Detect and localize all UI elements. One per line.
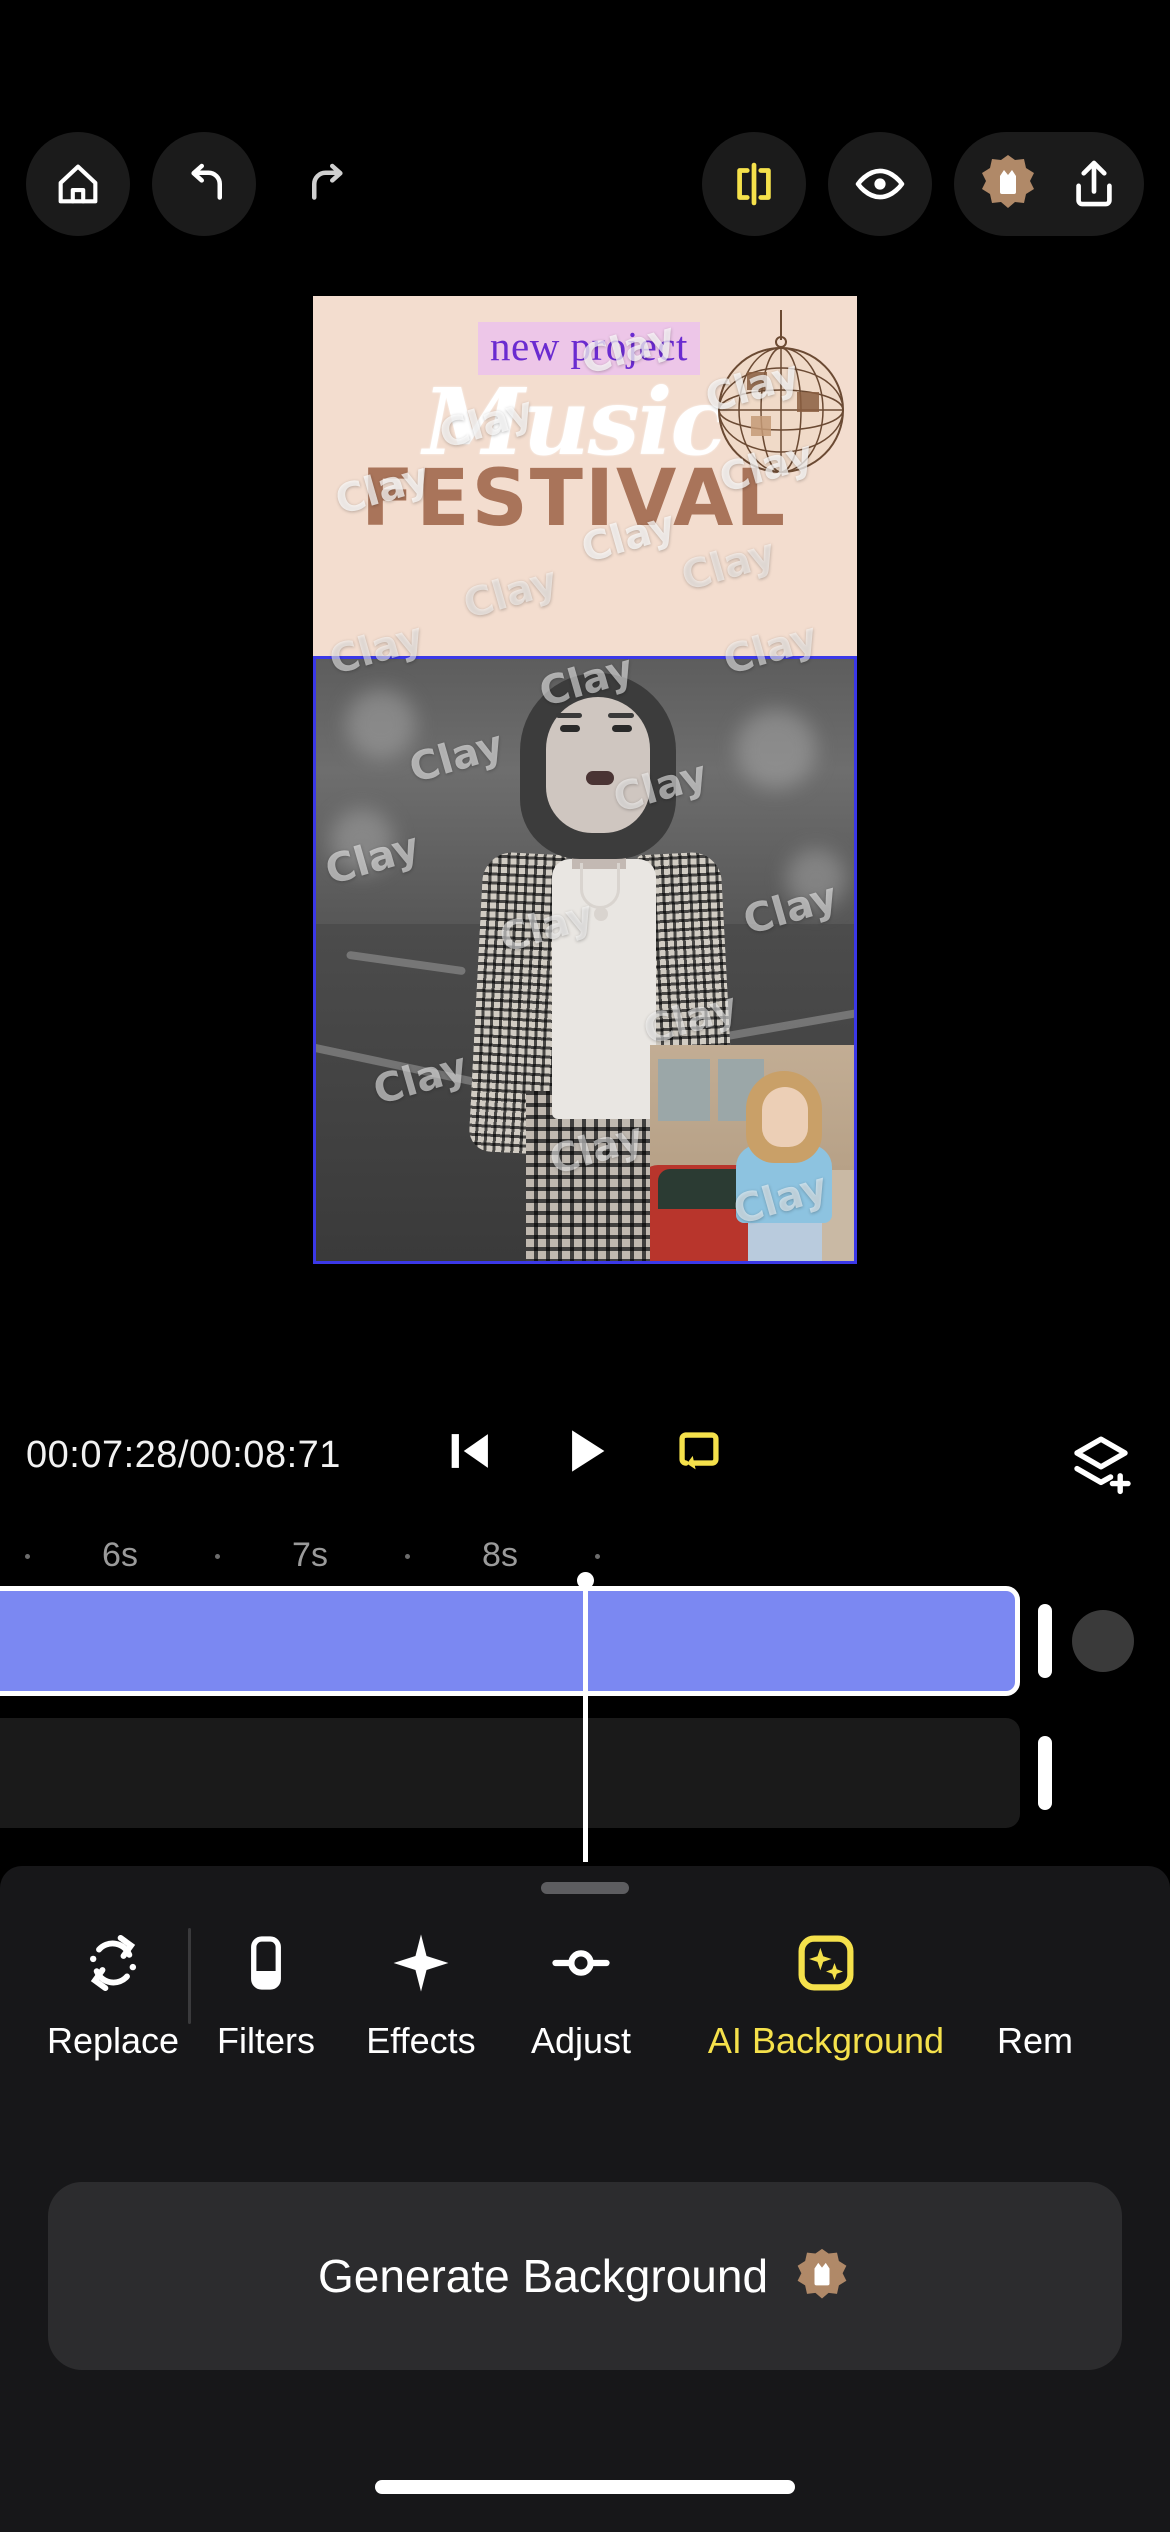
- sheet-drag-handle[interactable]: [541, 1882, 629, 1894]
- tool-strip: Replace Filters Effects Adjust AI Backgr…: [0, 1924, 1170, 2104]
- play-icon: [572, 1430, 605, 1472]
- inset-photo-layer[interactable]: [650, 1045, 854, 1261]
- ruler-tick: [595, 1554, 600, 1559]
- clip-end-button[interactable]: [1072, 1610, 1134, 1672]
- tool-label-ai-background: AI Background: [707, 2020, 945, 2061]
- home-icon: [58, 164, 98, 204]
- disco-ball-icon: [718, 310, 844, 473]
- secondary-trim-handle[interactable]: [1038, 1736, 1052, 1810]
- tool-label-adjust: Adjust: [530, 2020, 632, 2061]
- tool-label-effects: Effects: [366, 2020, 476, 2061]
- tool-ai-background[interactable]: AI Background: [661, 1924, 991, 2062]
- poster-composition[interactable]: new project Music FESTIVAL Clay Clay Cla…: [313, 296, 857, 1264]
- tool-effects[interactable]: Effects: [341, 1924, 501, 2062]
- ruler-label: 6s: [102, 1536, 138, 1574]
- share-upload-icon: [1076, 160, 1112, 207]
- selected-photo-layer[interactable]: [313, 656, 857, 1264]
- add-layer-button[interactable]: [1060, 1424, 1142, 1506]
- play-button[interactable]: [554, 1420, 616, 1482]
- poster-title-layer[interactable]: new project Music FESTIVAL: [313, 296, 857, 656]
- playhead[interactable]: [583, 1578, 588, 1862]
- export-group: [954, 132, 1144, 236]
- transport-bar: 00:07:28/00:08:71: [0, 1398, 1170, 1524]
- aspect-ratio-button[interactable]: [702, 132, 806, 236]
- generate-background-button[interactable]: Generate Background: [48, 2182, 1122, 2370]
- aspect-ratio-icon: [737, 162, 771, 206]
- tool-filters[interactable]: Filters: [191, 1924, 341, 2062]
- export-button[interactable]: [1066, 156, 1122, 212]
- top-toolbar: [0, 132, 1170, 236]
- slider-knob-icon: [552, 1950, 610, 1976]
- pro-crown-icon: [797, 2248, 847, 2299]
- tool-remove[interactable]: Rem: [975, 1924, 1095, 2062]
- bottom-sheet: Replace Filters Effects Adjust AI Backgr…: [0, 1866, 1170, 2532]
- redo-icon: [312, 163, 343, 200]
- preview-canvas[interactable]: new project Music FESTIVAL Clay Clay Cla…: [0, 296, 1170, 1368]
- pro-badge[interactable]: [976, 152, 1040, 216]
- previous-frame-button[interactable]: [442, 1422, 500, 1480]
- tool-label-remove: Rem: [996, 2020, 1073, 2061]
- clip-trim-handle-right[interactable]: [1038, 1604, 1052, 1678]
- app-screen: new project Music FESTIVAL Clay Clay Cla…: [0, 0, 1170, 2532]
- ruler-tick: [25, 1554, 30, 1559]
- redo-button[interactable]: [278, 132, 382, 236]
- tool-label-replace: Replace: [46, 2020, 180, 2061]
- transport-controls: [0, 1420, 1170, 1482]
- tool-label-filters: Filters: [217, 2020, 315, 2061]
- ruler-tick: [215, 1554, 220, 1559]
- generate-background-label: Generate Background: [317, 2250, 769, 2302]
- add-layer-icon: [1074, 1436, 1131, 1495]
- home-button[interactable]: [26, 132, 130, 236]
- pro-crown-icon: [982, 155, 1034, 208]
- loop-button[interactable]: [670, 1422, 728, 1480]
- undo-button[interactable]: [152, 132, 256, 236]
- preview-button[interactable]: [828, 132, 932, 236]
- tool-replace[interactable]: Replace: [38, 1924, 188, 2062]
- ruler-tick: [405, 1554, 410, 1559]
- eye-icon: [855, 168, 905, 200]
- skip-previous-icon: [451, 1434, 488, 1468]
- sparkle-icon: [393, 1934, 449, 1992]
- loop-icon: [679, 1432, 719, 1470]
- home-indicator: [375, 2480, 795, 2494]
- ai-sparkle-box-icon: [798, 1935, 854, 1991]
- secondary-track-clip[interactable]: [0, 1718, 1020, 1828]
- refresh-icon: [89, 1935, 137, 1991]
- ruler-label: 7s: [292, 1536, 328, 1574]
- filter-card-icon: [251, 1936, 281, 1990]
- video-clip-selected[interactable]: [0, 1586, 1020, 1696]
- undo-icon: [191, 163, 222, 200]
- ruler-label: 8s: [482, 1536, 518, 1574]
- tool-adjust[interactable]: Adjust: [501, 1924, 661, 2062]
